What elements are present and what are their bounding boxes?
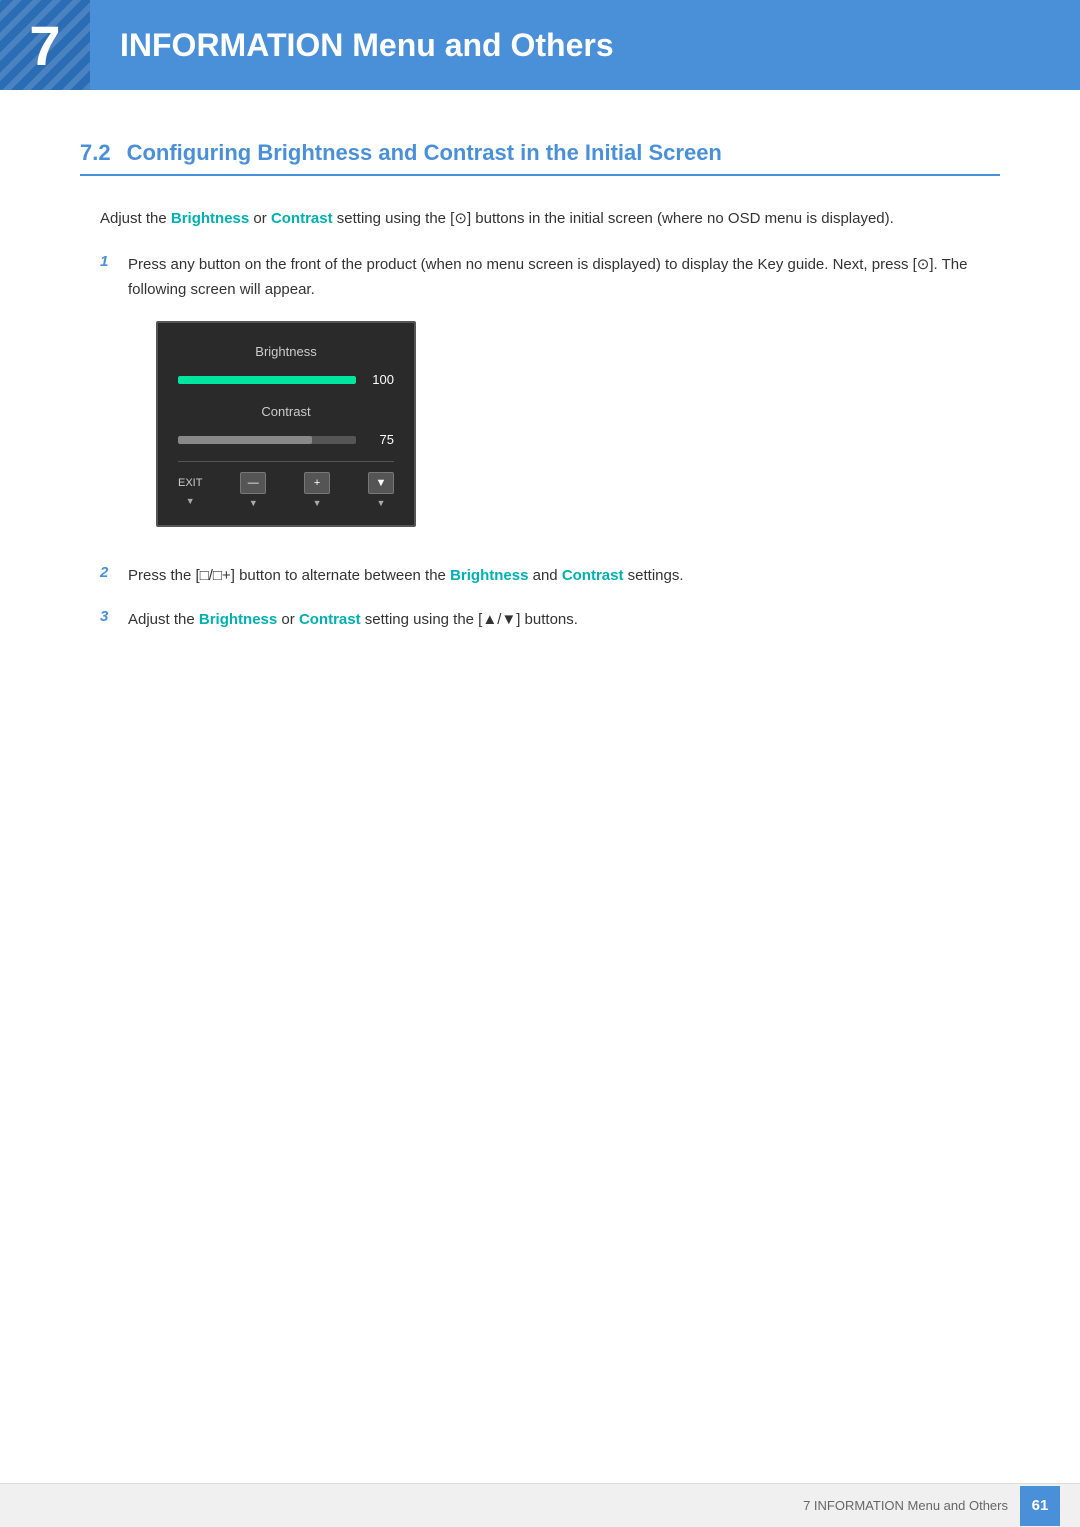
step-2-contrast: Contrast [562,567,624,584]
osd-brightness-value: 100 [366,369,394,391]
osd-btn2-arrow: ▼ [313,496,322,511]
osd-brightness-bar-bg [178,376,356,384]
osd-contrast-row: 75 [178,429,394,451]
osd-contrast-bar-fill [178,436,312,444]
section-heading: 7.2 Configuring Brightness and Contrast … [80,140,1000,176]
page-footer: 7 INFORMATION Menu and Others 61 [0,1483,1080,1527]
osd-btn1: — [240,472,266,494]
osd-exit-arrow: ▼ [186,494,195,509]
step-3: 3 Adjust the Brightness or Contrast sett… [100,607,1000,633]
osd-btn3-arrow: ▼ [377,496,386,511]
step-3-text3: setting using the [▲/▼] buttons. [361,611,578,628]
step-1-symbol: ⊙ [917,256,930,273]
step-3-text2: or [277,611,299,628]
step-3-content: Adjust the Brightness or Contrast settin… [128,607,1000,633]
header-banner: 7 INFORMATION Menu and Others [0,0,1080,90]
section-number: 7.2 [80,140,111,166]
step-2-text1: Press the [□/□+] button to alternate bet… [128,567,450,584]
osd-contrast-bar-bg [178,436,356,444]
chapter-number-box: 7 [0,0,90,90]
osd-btn2-col: + ▼ [304,472,330,511]
osd-btn3-col: ▼ ▼ [368,472,394,511]
step-1-content: Press any button on the front of the pro… [128,252,1000,546]
footer-page-number: 61 [1020,1486,1060,1526]
step-2: 2 Press the [□/□+] button to alternate b… [100,563,1000,589]
intro-text-part4: ] buttons in the initial screen (where n… [467,210,894,227]
osd-divider [178,461,394,462]
intro-text-part2: or [249,210,271,227]
step-3-contrast: Contrast [299,611,361,628]
step-2-content: Press the [□/□+] button to alternate bet… [128,563,1000,589]
osd-btn3: ▼ [368,472,394,494]
step-2-brightness: Brightness [450,567,528,584]
step-2-number: 2 [100,564,128,581]
step-2-text2: and [528,567,561,584]
osd-brightness-bar-fill [178,376,356,384]
step-3-text1: Adjust the [128,611,199,628]
osd-btn2: + [304,472,330,494]
footer-text: 7 INFORMATION Menu and Others [803,1498,1008,1513]
chapter-title: INFORMATION Menu and Others [120,27,614,64]
osd-btn1-col: — ▼ [240,472,266,511]
osd-brightness-row: 100 [178,369,394,391]
chapter-number: 7 [29,13,60,78]
main-content: 7.2 Configuring Brightness and Contrast … [0,90,1080,730]
step-1: 1 Press any button on the front of the p… [100,252,1000,546]
section-title: Configuring Brightness and Contrast in t… [127,140,722,166]
osd-contrast-value: 75 [366,429,394,451]
intro-text-part3: setting using the [ [333,210,455,227]
osd-bottom-row: EXIT ▼ — ▼ + ▼ ▼ ▼ [178,472,394,511]
osd-btn1-arrow: ▼ [249,496,258,511]
step-3-brightness: Brightness [199,611,277,628]
step-1-text: Press any button on the front of the pro… [128,256,917,273]
step-2-text3: settings. [623,567,683,584]
osd-contrast-label: Contrast [178,401,394,423]
osd-screen-diagram: Brightness 100 Contrast 75 [156,321,416,528]
steps-list: 1 Press any button on the front of the p… [100,252,1000,633]
osd-brightness-label: Brightness [178,341,394,363]
intro-paragraph: Adjust the Brightness or Contrast settin… [100,206,1000,232]
button-symbol: ⊙ [454,210,467,227]
osd-exit-label: EXIT [178,474,202,493]
step-1-number: 1 [100,253,128,270]
intro-text-part1: Adjust the [100,210,171,227]
osd-exit-col: EXIT ▼ [178,474,202,510]
step-3-number: 3 [100,608,128,625]
contrast-keyword: Contrast [271,210,333,227]
brightness-keyword: Brightness [171,210,249,227]
